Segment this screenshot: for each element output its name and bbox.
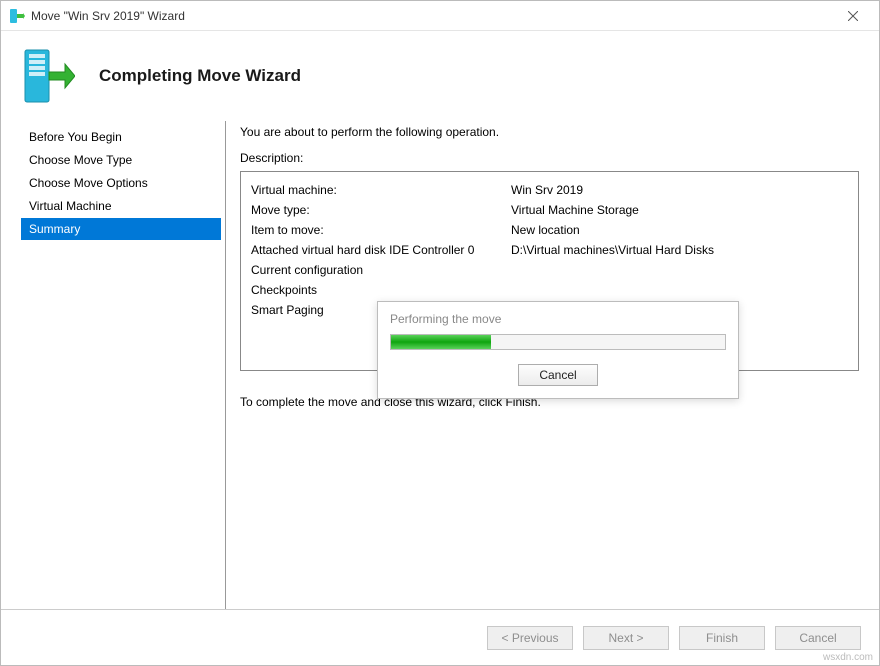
- summary-row: Virtual machine:Win Srv 2019: [251, 180, 848, 200]
- summary-row: Move type:Virtual Machine Storage: [251, 200, 848, 220]
- sidebar-item-virtual-machine[interactable]: Virtual Machine: [21, 195, 221, 217]
- watermark: wsxdn.com: [823, 652, 873, 663]
- finish-button[interactable]: Finish: [679, 626, 765, 650]
- sidebar: Before You Begin Choose Move Type Choose…: [21, 121, 221, 609]
- row-value: Win Srv 2019: [511, 180, 848, 200]
- progress-text: Performing the move: [390, 312, 726, 326]
- row-key: Current configuration: [251, 260, 511, 280]
- vertical-divider: [225, 121, 226, 609]
- sidebar-item-choose-move-options[interactable]: Choose Move Options: [21, 172, 221, 194]
- intro-text: You are about to perform the following o…: [240, 125, 859, 139]
- sidebar-item-choose-move-type[interactable]: Choose Move Type: [21, 149, 221, 171]
- row-value: D:\Virtual machines\Virtual Hard Disks: [511, 240, 848, 260]
- next-button[interactable]: Next >: [583, 626, 669, 650]
- sidebar-item-summary[interactable]: Summary: [21, 218, 221, 240]
- progress-bar: [390, 334, 726, 350]
- wizard-header: Completing Move Wizard: [1, 31, 879, 121]
- progress-fill: [391, 335, 491, 349]
- page-title: Completing Move Wizard: [99, 66, 301, 86]
- summary-row: Checkpoints: [251, 280, 848, 300]
- sidebar-item-before-you-begin[interactable]: Before You Begin: [21, 126, 221, 148]
- server-move-icon: [21, 46, 75, 106]
- summary-row: Attached virtual hard disk IDE Controlle…: [251, 240, 848, 260]
- window-title: Move "Win Srv 2019" Wizard: [31, 9, 833, 23]
- summary-row: Item to move:New location: [251, 220, 848, 240]
- row-value: Virtual Machine Storage: [511, 200, 848, 220]
- row-value: New location: [511, 220, 848, 240]
- popup-cancel-button[interactable]: Cancel: [518, 364, 598, 386]
- previous-button[interactable]: < Previous: [487, 626, 573, 650]
- progress-popup: Performing the move Cancel: [377, 301, 739, 399]
- row-value: [511, 260, 848, 280]
- row-key: Move type:: [251, 200, 511, 220]
- description-label: Description:: [240, 151, 859, 165]
- app-icon: [9, 8, 25, 24]
- row-key: Virtual machine:: [251, 180, 511, 200]
- wizard-footer: < Previous Next > Finish Cancel: [1, 609, 879, 665]
- summary-row: Current configuration: [251, 260, 848, 280]
- row-key: Item to move:: [251, 220, 511, 240]
- row-value: [511, 280, 848, 300]
- cancel-button[interactable]: Cancel: [775, 626, 861, 650]
- row-key: Attached virtual hard disk IDE Controlle…: [251, 240, 511, 260]
- wizard-window: Move "Win Srv 2019" Wizard Completing Mo…: [0, 0, 880, 666]
- popup-actions: Cancel: [390, 364, 726, 386]
- close-button[interactable]: [833, 2, 873, 30]
- row-key: Checkpoints: [251, 280, 511, 300]
- titlebar: Move "Win Srv 2019" Wizard: [1, 1, 879, 31]
